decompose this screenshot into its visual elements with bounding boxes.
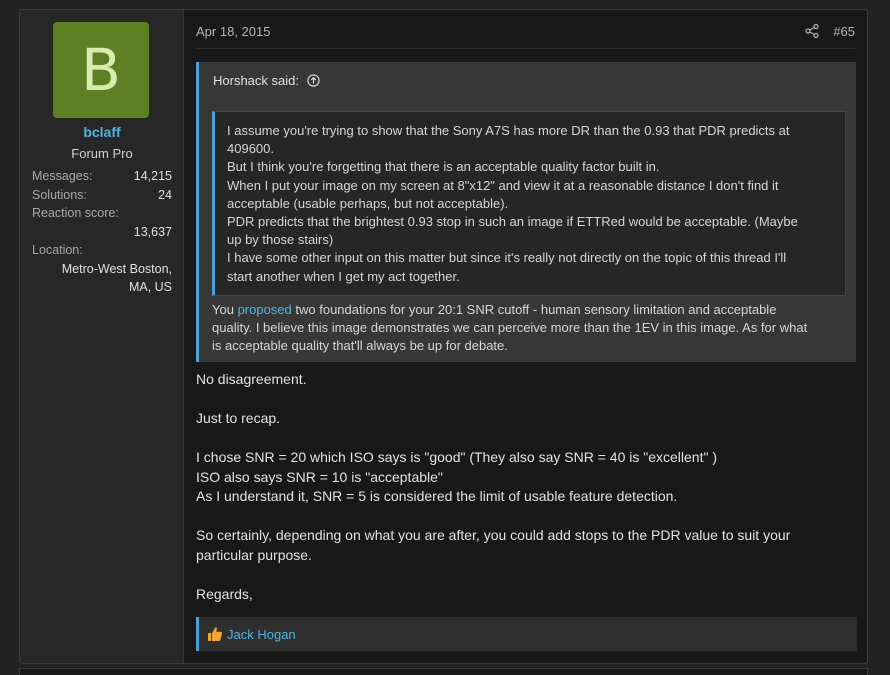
nested-quote: I assume you're trying to show that the … — [212, 111, 846, 296]
body-line: As I understand it, SNR = 5 is considere… — [196, 488, 678, 504]
proposed-link[interactable]: proposed — [238, 302, 292, 317]
post-header: Apr 18, 2015 #65 — [196, 10, 855, 49]
thumbs-up-icon — [208, 627, 223, 641]
reactions-bar[interactable]: Jack Hogan — [196, 617, 857, 651]
avatar[interactable]: B — [53, 22, 149, 118]
user-sidebar: B bclaff Forum Pro Messages: 14,215 Solu… — [20, 10, 184, 663]
nested-quote-line: up by those stairs) — [227, 232, 334, 248]
body-paragraph: No disagreement. — [196, 371, 307, 387]
location-line-2: MA, US — [128, 279, 172, 294]
stat-location-value: Metro-West Boston, MA, US — [32, 260, 172, 296]
nested-quote-line: PDR predicts that the brightest 0.93 sto… — [227, 214, 798, 230]
next-post-edge — [19, 668, 868, 675]
stat-location-label: Location: — [32, 243, 83, 257]
nested-quote-line: I assume you're trying to show that the … — [227, 123, 790, 138]
body-line: ISO also says SNR = 10 is "acceptable" — [196, 468, 443, 485]
quote-text: You proposed two foundations for your 20… — [212, 301, 846, 356]
body-line: So certainly, depending on what you are … — [196, 527, 791, 543]
stat-solutions: Solutions: 24 — [32, 186, 172, 205]
body-paragraph: Just to recap. — [196, 410, 281, 426]
body-line: particular purpose. — [196, 546, 312, 563]
stat-reaction-value: 13,637 — [133, 224, 172, 239]
stat-messages: Messages: 14,215 — [32, 167, 172, 186]
share-icon[interactable] — [805, 24, 819, 38]
quote-text-line-3: is acceptable quality that'll always be … — [212, 338, 508, 354]
post-container: B bclaff Forum Pro Messages: 14,215 Solu… — [19, 9, 868, 664]
stat-solutions-value: 24 — [158, 187, 172, 202]
quote-text-pre: You — [212, 302, 238, 317]
quote-text-line-1: You proposed two foundations for your 20… — [212, 301, 846, 319]
quote-header[interactable]: Horshack said: — [213, 73, 320, 88]
user-title: Forum Pro — [71, 146, 133, 161]
quote-text-rest: two foundations for your 20:1 SNR cutoff… — [291, 302, 777, 317]
stat-solutions-label: Solutions: — [32, 187, 87, 202]
quote-text-line-2: quality. I believe this image demonstrat… — [212, 320, 808, 336]
username-link[interactable]: bclaff — [20, 124, 184, 140]
stat-reaction-label: Reaction score: — [32, 206, 119, 220]
post-body: No disagreement. Just to recap. I chose … — [196, 370, 846, 604]
stat-reaction: Reaction score: — [32, 204, 172, 223]
stat-location: Location: — [32, 241, 172, 260]
quote-block: Horshack said: I assume you're trying to… — [196, 62, 856, 362]
arrow-up-circle-icon[interactable] — [306, 74, 320, 87]
location-line-1: Metro-West Boston, — [61, 261, 172, 276]
user-stats: Messages: 14,215 Solutions: 24 Reaction … — [32, 167, 172, 296]
nested-quote-line: 409600. — [227, 141, 274, 157]
body-paragraph: Regards, — [196, 585, 253, 602]
nested-quote-line: I have some other input on this matter b… — [227, 250, 787, 266]
stat-messages-value[interactable]: 14,215 — [134, 167, 172, 186]
post-date[interactable]: Apr 18, 2015 — [196, 24, 270, 39]
post-main: Apr 18, 2015 #65 Horshack said: I assume… — [185, 10, 867, 663]
nested-quote-line: acceptable (usable perhaps, but not acce… — [227, 195, 509, 211]
nested-quote-line: start another when I get my act together… — [227, 268, 460, 284]
nested-quote-line: When I put your image on my screen at 8"… — [227, 177, 779, 193]
post-number-link[interactable]: #65 — [833, 24, 855, 39]
stat-messages-label: Messages: — [32, 169, 93, 183]
body-line: I chose SNR = 20 which ISO says is "good… — [196, 449, 717, 465]
reaction-user-link[interactable]: Jack Hogan — [227, 627, 296, 642]
nested-quote-line: But I think you're forgetting that there… — [227, 159, 660, 175]
quote-author[interactable]: Horshack said: — [213, 73, 299, 88]
